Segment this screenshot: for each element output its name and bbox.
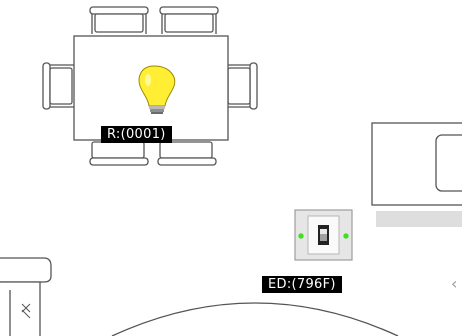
floor-plan-canvas	[0, 6, 462, 336]
chevron-left-icon[interactable]: ‹	[451, 274, 457, 293]
room-light-label: R:(0001)	[101, 126, 172, 143]
chair-bottom-left	[89, 141, 149, 166]
cabinet-right	[371, 122, 462, 227]
chair-top-right	[159, 6, 219, 34]
door-switch-label: ED:(796F)	[262, 276, 342, 293]
chair-right	[226, 62, 258, 110]
chair-left	[42, 62, 74, 110]
status-led-right	[343, 233, 349, 239]
round-table-bottom	[111, 302, 399, 336]
chair-bottom-right	[157, 141, 217, 166]
sofa-bottom-left	[0, 257, 52, 336]
wall-switch-icon[interactable]	[294, 209, 353, 261]
chair-top-left	[89, 6, 149, 34]
status-led-left	[298, 233, 304, 239]
